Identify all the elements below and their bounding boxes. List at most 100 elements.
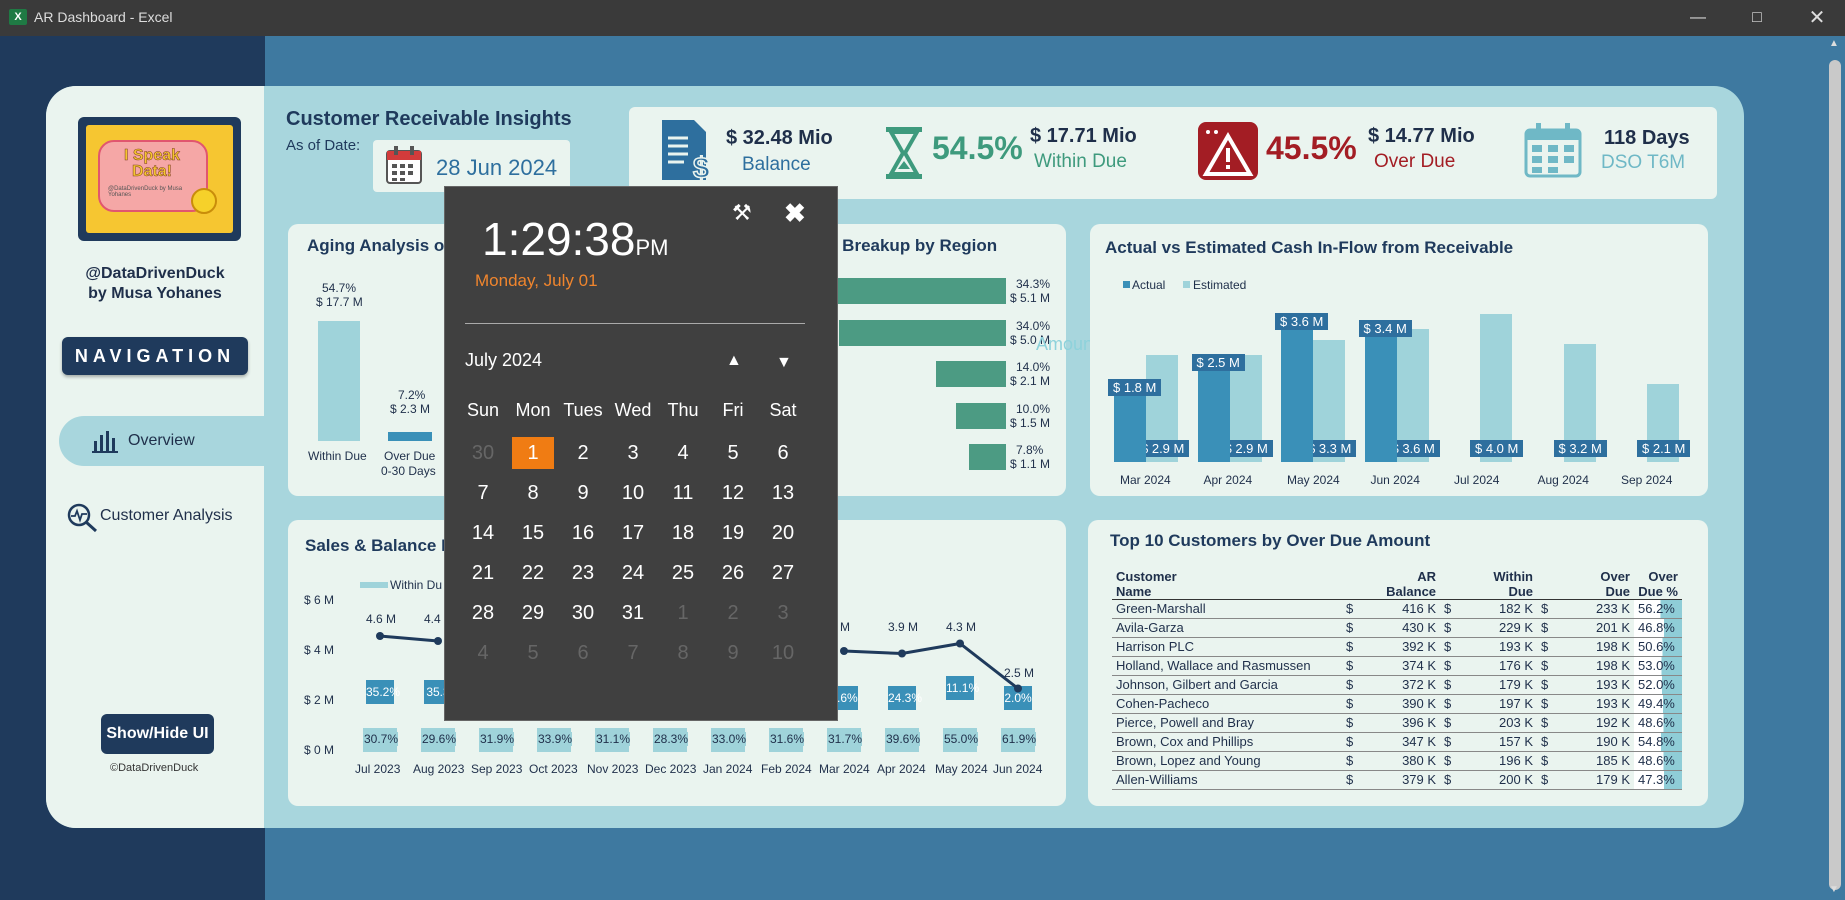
calendar-icon[interactable] bbox=[386, 145, 422, 185]
table-cell: 157 K bbox=[1465, 732, 1537, 752]
calendar-day[interactable]: 4 bbox=[662, 437, 704, 469]
sales-x-tick: Jan 2024 bbox=[703, 762, 753, 776]
table-row[interactable]: Harrison PLC $392 K $193 K $198 K 50.6% bbox=[1112, 637, 1682, 657]
calendar-day[interactable]: 3 bbox=[762, 597, 804, 629]
table-cell: $ bbox=[1537, 618, 1563, 638]
calendar-current-date: Monday, July 01 bbox=[475, 271, 598, 290]
table-cell: 193 K bbox=[1562, 694, 1634, 714]
as-of-date[interactable]: 28 Jun 2024 bbox=[436, 155, 557, 181]
calendar-day[interactable]: 7 bbox=[612, 637, 654, 669]
calendar-day[interactable]: 16 bbox=[562, 517, 604, 549]
calendar-day[interactable]: 30 bbox=[562, 597, 604, 629]
table-cell: $ bbox=[1440, 675, 1466, 695]
calendar-day[interactable]: 8 bbox=[662, 637, 704, 669]
calendar-day[interactable]: 18 bbox=[662, 517, 704, 549]
table-row[interactable]: Johnson, Gilbert and Garcia $372 K $179 K $… bbox=[1112, 675, 1682, 695]
close-icon[interactable]: ✕ bbox=[1805, 6, 1829, 30]
region-bar-pct: 14.0% bbox=[1016, 360, 1051, 374]
kpi-over-pct: 45.5% bbox=[1266, 130, 1357, 166]
calendar-day[interactable]: 3 bbox=[612, 437, 654, 469]
calendar-day[interactable]: 29 bbox=[512, 597, 554, 629]
calendar-day[interactable]: 9 bbox=[562, 477, 604, 509]
region-bar-pct: 34.0% bbox=[1015, 319, 1051, 333]
calendar-day[interactable]: 19 bbox=[712, 517, 754, 549]
calendar-day[interactable]: 9 bbox=[712, 637, 754, 669]
sales-within-pct: 31.7% bbox=[828, 732, 863, 746]
table-row[interactable]: Cohen-Pacheco $390 K $197 K $193 K 49.4% bbox=[1112, 694, 1682, 714]
show-hide-ui-button[interactable]: Show/Hide UI bbox=[101, 714, 214, 754]
calendar-day[interactable]: 7 bbox=[462, 477, 504, 509]
calendar-day[interactable]: 14 bbox=[462, 517, 504, 549]
calendar-day[interactable]: 15 bbox=[512, 517, 554, 549]
calendar-day[interactable]: 12 bbox=[712, 477, 754, 509]
table-cell: 203 K bbox=[1465, 713, 1537, 733]
calendar-day[interactable]: 20 bbox=[762, 517, 804, 549]
maximize-icon[interactable]: □ bbox=[1745, 6, 1769, 30]
table-cell: 233 K bbox=[1562, 599, 1634, 619]
table-cell: $ bbox=[1342, 656, 1369, 676]
calendar-dow: Sat bbox=[769, 400, 797, 420]
calendar-day[interactable]: 6 bbox=[562, 637, 604, 669]
sales-line-label: 4.4 bbox=[424, 612, 441, 626]
table-cell: 396 K bbox=[1368, 713, 1441, 733]
nav-label-overview[interactable]: Overview bbox=[128, 432, 195, 450]
region-bar-pct: 7.8% bbox=[1015, 443, 1044, 457]
table-row[interactable]: Brown, Lopez and Young $380 K $196 K $185 K… bbox=[1112, 751, 1682, 771]
aging-amt-1: $ 2.3 M bbox=[390, 402, 431, 416]
scroll-down-icon[interactable]: ▼ bbox=[1829, 884, 1839, 895]
region-title: e Breakup by Region bbox=[828, 236, 998, 255]
aging-label-1b: 0-30 Days bbox=[381, 464, 436, 478]
region-bar bbox=[839, 320, 1006, 346]
scrollbar-thumb[interactable] bbox=[1829, 60, 1841, 890]
kpi-over-value: $ 14.77 Mio bbox=[1368, 125, 1475, 147]
calendar-day[interactable]: 24 bbox=[612, 557, 654, 589]
table-cell: $ bbox=[1342, 770, 1369, 790]
table-row[interactable]: Avila-Garza $430 K $229 K $201 K 46.8% bbox=[1112, 618, 1682, 638]
calendar-day[interactable]: 1 bbox=[512, 437, 554, 469]
calendar-day[interactable]: 4 bbox=[462, 637, 504, 669]
calendar-day[interactable]: 2 bbox=[712, 597, 754, 629]
calendar-day[interactable]: 25 bbox=[662, 557, 704, 589]
calendar-day[interactable]: 6 bbox=[762, 437, 804, 469]
calendar-close-icon[interactable]: ✖ bbox=[784, 198, 806, 229]
calendar-day[interactable]: 27 bbox=[762, 557, 804, 589]
calendar-day[interactable]: 23 bbox=[562, 557, 604, 589]
table-row[interactable]: Brown, Cox and Phillips $347 K $157 K $190 … bbox=[1112, 732, 1682, 752]
nav-label-customer-analysis[interactable]: Customer Analysis bbox=[100, 507, 233, 525]
calendar-day[interactable]: 1 bbox=[662, 597, 704, 629]
calendar-prev-icon[interactable]: ▲ bbox=[726, 352, 742, 370]
calendar-day[interactable]: 30 bbox=[462, 437, 504, 469]
calendar-day[interactable]: 21 bbox=[462, 557, 504, 589]
calendar-day[interactable]: 8 bbox=[512, 477, 554, 509]
calendar-day[interactable]: 26 bbox=[712, 557, 754, 589]
table-cell: 176 K bbox=[1465, 656, 1537, 676]
legend-estimated: Estimated bbox=[1193, 278, 1247, 292]
calendar-day[interactable]: 22 bbox=[512, 557, 554, 589]
table-row[interactable]: Allen-Williams $379 K $200 K $179 K 47.3% bbox=[1112, 770, 1682, 790]
settings-tools-icon[interactable]: ⚒ bbox=[732, 200, 758, 226]
calendar-day[interactable]: 10 bbox=[762, 637, 804, 669]
calendar-next-icon[interactable]: ▼ bbox=[776, 354, 792, 372]
kpi-over-label: Over Due bbox=[1374, 151, 1456, 172]
calendar-month[interactable]: July 2024 bbox=[465, 350, 542, 371]
table-cell: 392 K bbox=[1368, 637, 1441, 657]
calendar-day[interactable]: 5 bbox=[512, 637, 554, 669]
sales-x-tick: Oct 2023 bbox=[529, 762, 578, 776]
calendar-day[interactable]: 11 bbox=[662, 477, 704, 509]
table-row[interactable]: Holland, Wallace and Rasmussen $374 K $176… bbox=[1112, 656, 1682, 676]
table-row[interactable]: Pierce, Powell and Bray $396 K $203 K $192 … bbox=[1112, 713, 1682, 733]
calendar-day[interactable]: 10 bbox=[612, 477, 654, 509]
scroll-up-icon[interactable]: ▲ bbox=[1829, 38, 1839, 49]
table-header-cell: Over Due bbox=[1537, 565, 1634, 600]
calendar-day[interactable]: 2 bbox=[562, 437, 604, 469]
calendar-day[interactable]: 5 bbox=[712, 437, 754, 469]
minimize-icon[interactable]: — bbox=[1686, 6, 1710, 30]
calendar-day[interactable]: 31 bbox=[612, 597, 654, 629]
calendar-day[interactable]: 13 bbox=[762, 477, 804, 509]
table-cell: 380 K bbox=[1368, 751, 1441, 771]
table-row[interactable]: Green-Marshall $416 K $182 K $233 K 56.2% bbox=[1112, 599, 1682, 619]
calendar-dow: Wed bbox=[614, 400, 652, 420]
calendar-day[interactable]: 17 bbox=[612, 517, 654, 549]
calendar-day[interactable]: 28 bbox=[462, 597, 504, 629]
navigation-header[interactable]: NAVIGATION bbox=[62, 337, 248, 375]
